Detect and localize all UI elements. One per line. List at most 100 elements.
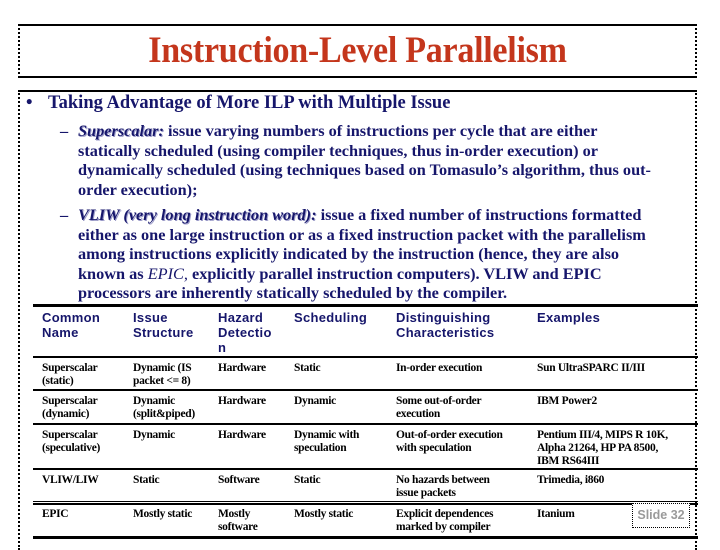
cell-line: In-order execution: [396, 362, 483, 374]
cell-line: VLIW/LIW: [42, 474, 99, 486]
sub-bullet-text: VLIW (very long instruction word): issue…: [58, 205, 688, 303]
text-line: issue a fixed number of instructions for…: [316, 205, 642, 224]
term-epic: EPIC,: [147, 263, 188, 283]
cell-issue-structure: Static: [133, 474, 160, 487]
cell-line: IBM RS64III: [537, 455, 600, 467]
cell-scheduling: Dynamic with speculation: [294, 429, 359, 455]
cell-line: Static: [294, 362, 321, 374]
header-line: Distinguishing: [396, 310, 491, 325]
cell-line: speculation: [294, 442, 347, 454]
cell-line: Superscalar: [42, 395, 98, 407]
cell-issue-structure: Mostly static: [133, 508, 192, 521]
cell-line: Dynamic: [294, 395, 336, 407]
cell-common-name: VLIW/LIW: [42, 474, 99, 487]
text-line: explicitly parallel instruction computer…: [187, 263, 602, 283]
sub-bullet-text: Superscalar: issue varying numbers of in…: [58, 121, 688, 199]
cell-hazard-detection: Mostly software: [218, 508, 258, 534]
cell-line: Itanium: [537, 508, 575, 520]
cell-issue-structure: Dynamic: [133, 429, 175, 442]
dash-icon: –: [60, 205, 69, 224]
cell-line: Dynamic: [133, 429, 175, 441]
sub-bullet-vliw: – VLIW (very long instruction word): iss…: [58, 205, 688, 303]
main-bullet-text: Taking Advantage of More ILP with Multip…: [48, 93, 451, 113]
header-line: Name: [42, 325, 79, 340]
cell-examples: Trimedia, i860: [537, 474, 604, 487]
cell-issue-structure: Dynamic (split&piped): [133, 395, 195, 421]
cell-line: EPIC: [42, 508, 69, 520]
text-line: either as one large instruction or as a …: [78, 224, 646, 244]
header-common-name: Common Name: [42, 310, 100, 340]
cell-hazard-detection: Hardware: [218, 362, 266, 375]
cell-line: software: [218, 521, 258, 533]
header-line: n: [218, 340, 227, 355]
cell-line: (split&piped): [133, 408, 195, 420]
cell-scheduling: Dynamic: [294, 395, 336, 408]
text-line: statically scheduled (using compiler tec…: [78, 140, 598, 160]
slide-title: Instruction-Level Parallelism: [148, 30, 567, 71]
header-line: Structure: [133, 325, 194, 340]
cell-examples: Sun UltraSPARC II/III: [537, 362, 645, 375]
cell-line: Dynamic with: [294, 429, 360, 441]
cell-scheduling: Static: [294, 362, 321, 375]
header-distinguishing-characteristics: Distinguishing Characteristics: [396, 310, 494, 340]
header-line: Hazard: [218, 310, 264, 325]
bullet-icon: •: [26, 93, 33, 113]
cell-line: No hazards between: [396, 474, 490, 486]
main-bullet: • Taking Advantage of More ILP with Multi…: [26, 93, 450, 114]
table-rule: [33, 536, 698, 539]
sub-bullet-superscalar: – Superscalar: issue varying numbers of …: [58, 121, 688, 199]
term-vliw: VLIW (very long instruction word):: [78, 205, 317, 224]
cell-examples: Pentium III/4, MIPS R 10K, Alpha 21264, H…: [537, 429, 668, 468]
cell-line: issue packets: [396, 487, 456, 499]
cell-line: (speculative): [42, 442, 101, 454]
header-examples: Examples: [537, 310, 600, 325]
header-line: Scheduling: [294, 310, 368, 325]
cell-distinguishing-characteristics: No hazards between issue packets: [396, 474, 490, 500]
cell-common-name: EPIC: [42, 508, 69, 521]
header-line: Common: [42, 310, 101, 325]
cell-examples: IBM Power2: [537, 395, 597, 408]
cell-distinguishing-characteristics: In-order execution: [396, 362, 482, 375]
table-rule: [33, 423, 698, 425]
cell-line: Explicit dependences: [396, 508, 494, 520]
cell-hazard-detection: Software: [218, 474, 260, 487]
cell-line: Static: [294, 474, 321, 486]
cell-line: Out-of-order execution: [396, 429, 503, 441]
cell-line: packet <= 8): [133, 375, 191, 387]
cell-line: IBM Power2: [537, 395, 597, 407]
header-hazard-detection: Hazard Detectio n: [218, 310, 272, 355]
cell-line: marked by compiler: [396, 521, 491, 533]
table-rule: [33, 356, 698, 358]
cell-common-name: Superscalar (static): [42, 362, 98, 388]
cell-distinguishing-characteristics: Out-of-order execution with speculation: [396, 429, 503, 455]
dash-icon: –: [60, 121, 69, 140]
term-superscalar: Superscalar:: [78, 121, 164, 140]
header-line: Issue: [133, 310, 168, 325]
table-rule: [33, 389, 698, 391]
cell-line: Trimedia, i860: [537, 474, 605, 486]
cell-line: Some out-of-order: [396, 395, 482, 407]
cell-line: execution: [396, 408, 440, 420]
cell-examples: Itanium: [537, 508, 575, 521]
text-line: dynamically scheduled (using techniques …: [78, 160, 651, 180]
title-frame: Instruction-Level Parallelism: [18, 24, 697, 78]
cell-hazard-detection: Hardware: [218, 395, 266, 408]
text-line: processors are inherently statically sch…: [78, 283, 508, 303]
cell-hazard-detection: Hardware: [218, 429, 266, 442]
cell-line: Software: [218, 474, 260, 486]
slide-number: Slide 32: [632, 503, 690, 528]
cell-common-name: Superscalar (speculative): [42, 429, 100, 455]
table-rule: [33, 468, 698, 470]
table-rule: [33, 304, 698, 307]
cell-line: Pentium III/4, MIPS R 10K,: [537, 429, 668, 441]
cell-issue-structure: Dynamic (IS packet <= 8): [133, 362, 192, 388]
header-line: Examples: [537, 310, 601, 325]
cell-line: (dynamic): [42, 408, 90, 420]
header-line: Detectio: [218, 325, 272, 340]
cell-line: Mostly static: [294, 508, 354, 520]
header-scheduling: Scheduling: [294, 310, 367, 325]
cell-common-name: Superscalar (dynamic): [42, 395, 98, 421]
cell-line: Hardware: [218, 362, 266, 374]
cell-line: Hardware: [218, 395, 266, 407]
cell-line: Mostly: [218, 508, 251, 520]
